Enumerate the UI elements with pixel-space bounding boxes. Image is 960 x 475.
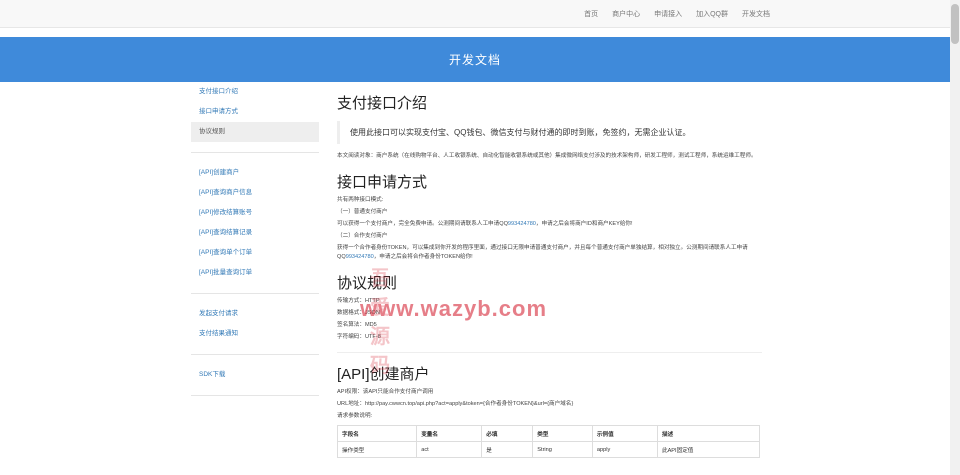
sidebar-item-batch-query-orders[interactable]: [API]批量查询订单 bbox=[191, 263, 319, 283]
nav-link-dev-docs[interactable]: 开发文档 bbox=[742, 9, 770, 19]
nav-link-merchant-center[interactable]: 商户中心 bbox=[612, 9, 640, 19]
sidebar: 支付接口介绍 接口申请方式 协议规则 [API]创建商户 [API]查询商户信息… bbox=[191, 82, 319, 406]
mode1-desc-post: ，申请之后会将商户ID和商户KEY给你! bbox=[535, 221, 633, 227]
scrollbar[interactable] bbox=[950, 0, 960, 475]
params-table: 字段名 变量名 必填 类型 示例值 描述 操作类型 act 是 String a… bbox=[336, 425, 761, 458]
cell-field-name: 操作类型 bbox=[336, 441, 418, 458]
divider bbox=[337, 352, 762, 353]
cell-var-name: act bbox=[416, 441, 483, 458]
col-type: 类型 bbox=[532, 425, 593, 442]
sidebar-item-modify-settlement[interactable]: [API]修改结算账号 bbox=[191, 203, 319, 223]
qq-link-2[interactable]: 993424780 bbox=[346, 254, 374, 260]
top-navbar: 首页 商户中心 申请接入 加入QQ群 开发文档 bbox=[0, 0, 950, 28]
cell-example: apply bbox=[591, 441, 658, 458]
sidebar-item-query-merchant[interactable]: [API]查询商户信息 bbox=[191, 183, 319, 203]
mode2-desc: 获得一个合作者身份TOKEN，可以集成到你开发的程序里面，通过接口无限申请普通支… bbox=[337, 244, 762, 262]
col-description: 描述 bbox=[656, 425, 761, 442]
protocol-transport: 传输方式：HTTP bbox=[337, 298, 380, 304]
col-required: 必填 bbox=[481, 425, 534, 442]
main-content: 支付接口介绍 使用此接口可以实现支付宝、QQ钱包、微信支付与财付通的即时到账，免… bbox=[336, 82, 762, 458]
mode2-title: （二）合作支付商户 bbox=[337, 233, 388, 239]
intro-desc: 本文阅读对象：商户系统（在线购物平台、人工收银系统、自动化智能收银系统或其他）集… bbox=[337, 153, 757, 159]
sidebar-item-payment-notify[interactable]: 支付结果通知 bbox=[191, 324, 319, 344]
top-nav-links: 首页 商户中心 申请接入 加入QQ群 开发文档 bbox=[584, 0, 770, 27]
api-permission: API权限：该API只能合作支付商户调用 bbox=[337, 389, 434, 395]
sidebar-item-query-settlement[interactable]: [API]查询结算记录 bbox=[191, 223, 319, 243]
apply-modes-line: 共有两种接口模式: bbox=[337, 197, 384, 203]
mode1-desc: 可以获得一个支付商户，完全免费申请。公测期间请联系人工申请QQ993424780… bbox=[337, 220, 762, 229]
table-header-row: 字段名 变量名 必填 类型 示例值 描述 bbox=[336, 425, 761, 442]
intro-quote: 使用此接口可以实现支付宝、QQ钱包、微信支付与财付通的即时到账，免签约，无需企业… bbox=[337, 121, 762, 144]
table-row: 操作类型 act 是 String apply 此API固定值 bbox=[336, 441, 761, 458]
col-var-name: 变量名 bbox=[416, 425, 483, 442]
cell-required: 是 bbox=[481, 441, 534, 458]
section-title-create-merchant: [API]创建商户 bbox=[337, 366, 430, 383]
section-title-protocol: 协议规则 bbox=[337, 275, 398, 292]
section-title-intro: 支付接口介绍 bbox=[337, 95, 428, 112]
sidebar-item-sdk-download[interactable]: SDK下载 bbox=[191, 365, 319, 385]
sidebar-group-sdk: SDK下载 bbox=[191, 365, 319, 396]
cell-description: 此API固定值 bbox=[656, 441, 761, 458]
mode2-desc-post: ，申请之后会将合作者身份TOKEN给你! bbox=[373, 254, 473, 260]
protocol-charset: 字符编码：UTF-8 bbox=[337, 334, 381, 340]
sidebar-item-protocol[interactable]: 协议规则 bbox=[191, 122, 319, 142]
page-title: 开发文档 bbox=[448, 53, 501, 67]
nav-link-apply[interactable]: 申请接入 bbox=[654, 9, 682, 19]
api-url: URL地址：http://pay.cwwcn.top/api.php?act=a… bbox=[337, 401, 574, 407]
params-label: 请求参数说明: bbox=[337, 413, 373, 419]
col-field-name: 字段名 bbox=[336, 425, 418, 442]
sidebar-group-intro: 支付接口介绍 接口申请方式 协议规则 bbox=[191, 82, 319, 153]
sidebar-item-initiate-payment[interactable]: 发起支付请求 bbox=[191, 304, 319, 324]
section-title-apply: 接口申请方式 bbox=[337, 174, 428, 191]
qq-link[interactable]: 993424780 bbox=[508, 221, 536, 227]
protocol-format: 数据格式：JSON bbox=[337, 310, 380, 316]
sidebar-group-payment: 发起支付请求 支付结果通知 bbox=[191, 304, 319, 355]
mode1-desc-pre: 可以获得一个支付商户，完全免费申请。公测期间请联系人工申请QQ bbox=[337, 221, 508, 227]
cell-type: String bbox=[532, 441, 593, 458]
sidebar-item-create-merchant[interactable]: [API]创建商户 bbox=[191, 163, 319, 183]
sidebar-item-query-order[interactable]: [API]查询单个订单 bbox=[191, 243, 319, 263]
sidebar-item-apply[interactable]: 接口申请方式 bbox=[191, 102, 319, 122]
scrollbar-thumb[interactable] bbox=[951, 4, 959, 44]
mode1-title: （一）普通支付商户 bbox=[337, 209, 388, 215]
nav-link-qq-group[interactable]: 加入QQ群 bbox=[696, 9, 728, 19]
hero-banner: 开发文档 bbox=[0, 37, 950, 82]
protocol-sign: 签名算法：MD5 bbox=[337, 322, 377, 328]
sidebar-item-intro[interactable]: 支付接口介绍 bbox=[191, 82, 319, 102]
nav-link-home[interactable]: 首页 bbox=[584, 9, 598, 19]
col-example: 示例值 bbox=[591, 425, 658, 442]
sidebar-group-api: [API]创建商户 [API]查询商户信息 [API]修改结算账号 [API]查… bbox=[191, 163, 319, 294]
